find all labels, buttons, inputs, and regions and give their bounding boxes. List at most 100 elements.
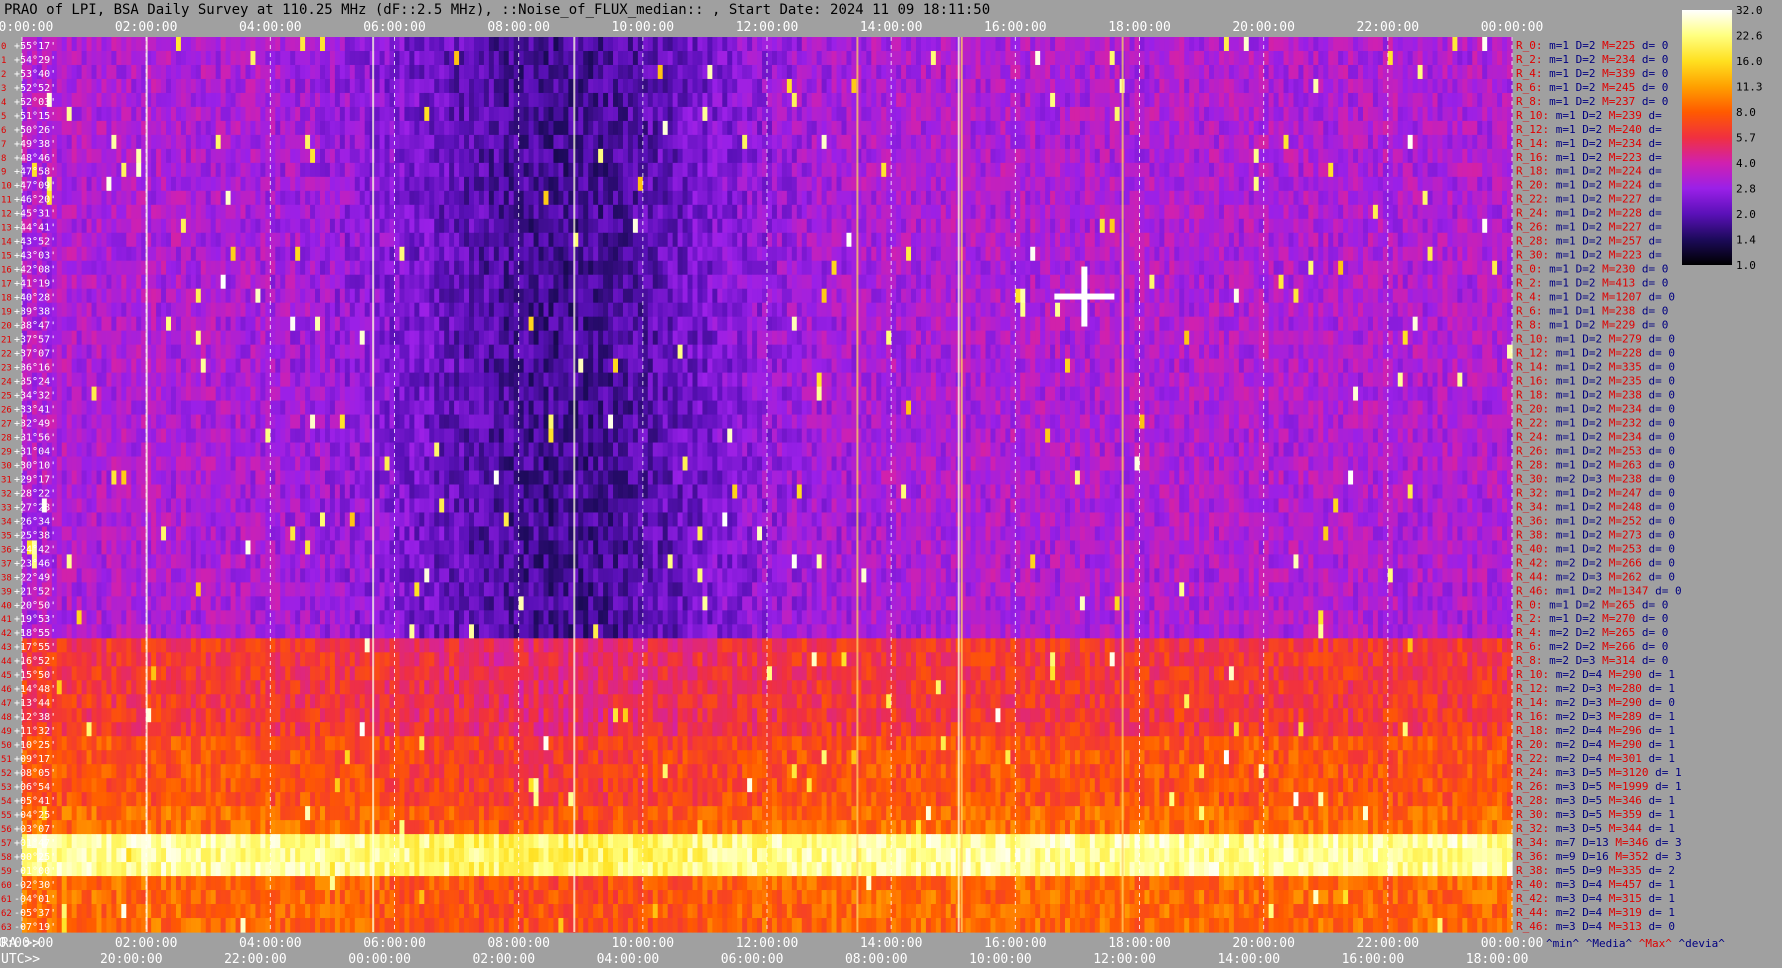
heatmap-cell [355,79,361,94]
heatmap-cell [1149,149,1155,164]
heatmap-cell [216,79,222,94]
heatmap-cell [1333,149,1339,164]
heatmap-cell [529,65,535,80]
heatmap-cell [250,261,256,276]
heatmap-cell [1497,177,1503,192]
heatmap-cell [717,135,723,150]
heatmap-cell [305,37,311,52]
heatmap-cell [1015,247,1021,262]
heatmap-cell [335,191,341,206]
heatmap-cell [1413,135,1419,150]
heatmap-cell [658,37,664,52]
heatmap-cell [548,65,554,80]
heatmap-cell [504,65,510,80]
heatmap-cell [593,79,599,94]
heatmap-cell [241,233,247,248]
heatmap-cell [583,191,589,206]
heatmap-cell [1388,149,1394,164]
heatmap-cell [395,93,401,108]
heatmap-cell [1214,51,1220,66]
heatmap-cell [1298,65,1304,80]
heatmap-cell [941,135,947,150]
heatmap-cell [1095,135,1101,150]
heatmap-cell [1472,135,1478,150]
heatmap-cell [842,219,848,234]
heatmap-cell [1308,177,1314,192]
heatmap-cell [87,163,93,178]
heatmap-cell [325,51,331,66]
heatmap-cell [1482,191,1488,206]
heatmap-cell [603,79,609,94]
heatmap-cell [1144,93,1150,108]
heatmap-cell [568,163,574,178]
heatmap-cell [603,219,609,234]
heatmap-cell [1090,177,1096,192]
heatmap-cell [380,177,386,192]
heatmap-cell [995,149,1001,164]
heatmap-cell [1214,107,1220,122]
heatmap-cell [67,51,73,66]
heatmap-cell [236,149,242,164]
heatmap-cell [340,51,346,66]
heatmap-cell [126,205,132,220]
heatmap-cell [1199,233,1205,248]
heatmap-cell [976,121,982,136]
heatmap-cell [340,37,346,52]
heatmap-cell [1154,51,1160,66]
heatmap-cell [871,65,877,80]
heatmap-cell [270,163,276,178]
heatmap-cell [1189,191,1195,206]
heatmap-cell [385,247,391,262]
heatmap-cell [598,65,604,80]
heatmap-cell [1487,191,1493,206]
heatmap-cell [365,233,371,248]
heatmap-cell [241,191,247,206]
heatmap-cell [1418,219,1424,234]
heatmap-cell [1408,37,1414,52]
heatmap-cell [275,177,281,192]
heatmap-cell [588,37,594,52]
heatmap-cell [1313,177,1319,192]
heatmap-cell [116,37,122,52]
heatmap-cell [395,107,401,122]
heatmap-cell [335,121,341,136]
heatmap-cell [1497,79,1503,94]
heatmap-cell [1075,93,1081,108]
heatmap-cell [231,177,237,192]
heatmap-cell [509,121,515,136]
heatmap-cell [1398,205,1404,220]
heatmap-cell [504,261,510,276]
heatmap-cell [1398,51,1404,66]
heatmap-cell [1209,37,1215,52]
heatmap-cell [1005,37,1011,52]
heatmap-cell [737,65,743,80]
heatmap-cell [1348,149,1354,164]
heatmap-cell [683,107,689,122]
heatmap-cell [658,93,664,108]
heatmap-cell [449,233,455,248]
heatmap-cell [1477,37,1483,52]
heatmap-cell [1487,247,1493,262]
heatmap-cell [404,219,410,234]
heatmap-cell [757,79,763,94]
heatmap-cell [181,219,187,234]
heatmap-cell [658,135,664,150]
heatmap-cell [693,219,699,234]
heatmap-cell [866,51,872,66]
heatmap-cell [131,247,137,262]
heatmap-cell [1363,135,1369,150]
heatmap-cell [697,107,703,122]
heatmap-cell [678,247,684,262]
heatmap-cell [464,107,470,122]
heatmap-cell [385,93,391,108]
heatmap-cell [499,261,505,276]
heatmap-cell [792,233,798,248]
heatmap-cell [653,93,659,108]
heatmap-cell [57,205,63,220]
heatmap-cell [1050,135,1056,150]
heatmap-cell [246,205,252,220]
heatmap-cell [1239,37,1245,52]
heatmap-cell [260,121,266,136]
heatmap-cell [67,247,73,262]
heatmap-cell [787,219,793,234]
